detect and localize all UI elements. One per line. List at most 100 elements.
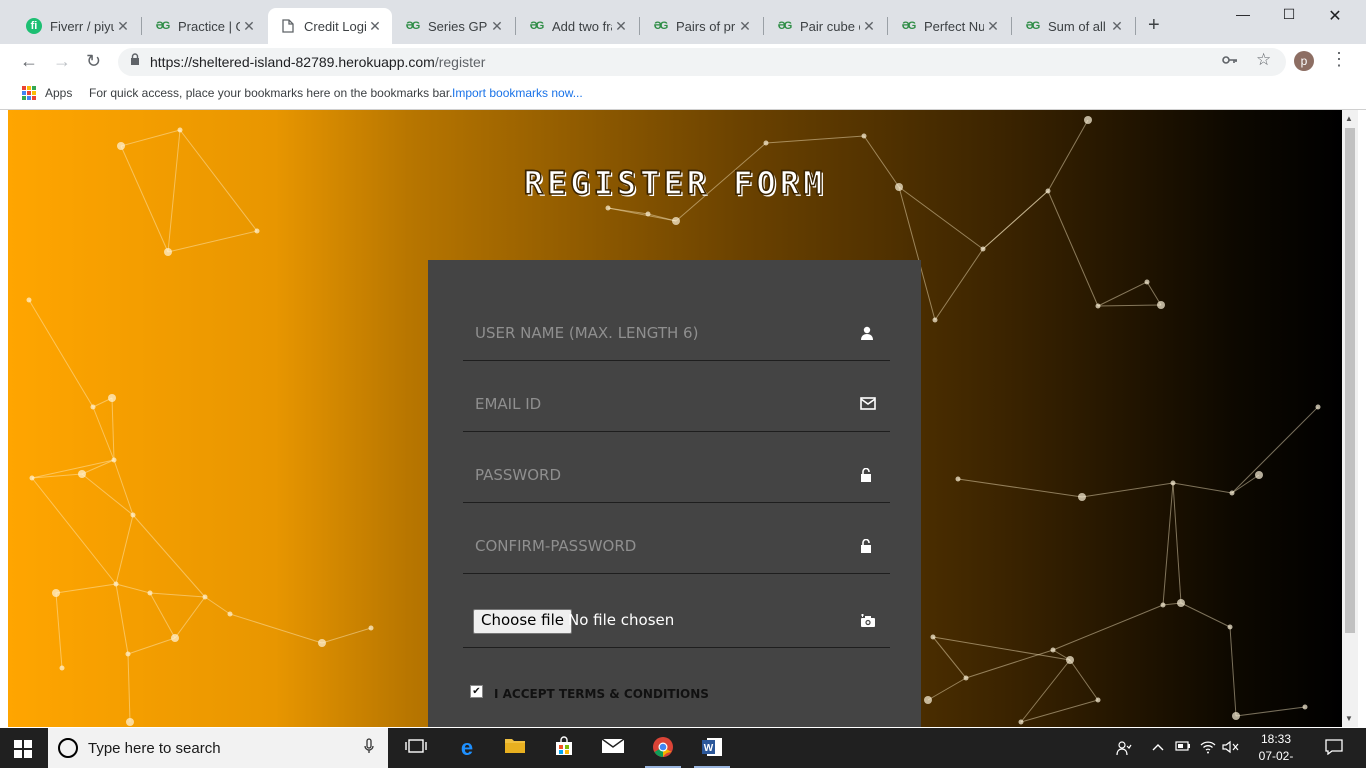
username-input[interactable] [473,320,847,346]
store-icon[interactable] [552,736,576,760]
network-link [1172,482,1233,494]
user-icon [860,326,876,342]
scroll-up-arrow-icon[interactable]: ▲ [1345,114,1353,123]
taskbar-search-box[interactable]: Type here to search [48,728,388,768]
scrollbar-thumb[interactable] [1345,128,1355,633]
password-input[interactable] [473,462,847,488]
network-node [125,651,131,657]
close-icon[interactable]: ✕ [612,18,630,35]
network-node [1078,493,1086,501]
network-link [1162,482,1174,606]
mail-icon[interactable] [601,736,625,760]
clock-time: 18:33 [1260,732,1292,746]
network-node [78,470,86,478]
task-view-icon[interactable] [404,736,428,760]
tab-pairs-of-primes[interactable]: ƏG Pairs of prin ✕ [640,8,762,44]
cortana-icon [58,738,78,758]
confirm-password-input[interactable] [473,533,847,559]
network-node [26,297,32,303]
network-node [924,696,932,704]
network-node [963,675,969,681]
network-node [1232,712,1240,720]
edge-browser-icon[interactable]: e [455,736,479,760]
network-link [932,636,1071,661]
network-link [31,477,117,585]
network-link [1231,406,1319,494]
terms-checkbox[interactable]: ✔ [470,685,483,698]
people-icon[interactable] [1116,740,1132,759]
network-node [117,142,125,150]
tab-credit-login[interactable]: Credit Logi ✕ [268,8,392,44]
apps-grid-icon[interactable] [22,86,36,100]
star-icon[interactable]: ☆ [1256,50,1271,70]
system-clock[interactable]: 18:33 07-02-2019 [1246,731,1306,782]
close-icon[interactable]: ✕ [488,18,506,35]
back-button[interactable]: ← [20,51,38,72]
geeksforgeeks-icon: ƏG [155,20,171,32]
network-link [1097,304,1162,307]
left-edge [0,110,8,727]
microphone-icon[interactable] [364,738,374,758]
key-icon[interactable] [1222,52,1238,68]
scroll-down-arrow-icon[interactable]: ▼ [1345,714,1353,723]
network-link [1047,190,1099,307]
window-close-button[interactable]: ✕ [1312,6,1358,26]
page-scrollbar[interactable]: ▲ ▼ [1342,110,1358,727]
close-icon[interactable]: ✕ [860,18,878,35]
geeksforgeeks-icon: ƏG [1025,20,1041,32]
url-text: https://sheltered-island-82789.herokuapp… [150,54,485,70]
close-icon[interactable]: ✕ [114,18,132,35]
geeksforgeeks-icon: ƏG [901,20,917,32]
close-icon[interactable]: ✕ [736,18,754,35]
close-icon[interactable]: ✕ [366,18,384,35]
minimize-button[interactable]: — [1220,6,1266,22]
close-icon[interactable]: ✕ [1108,18,1126,35]
network-link [1229,626,1237,717]
email-input[interactable] [473,391,847,417]
maximize-button[interactable]: ☐ [1266,6,1312,23]
geeksforgeeks-icon: ƏG [777,20,793,32]
close-icon[interactable]: ✕ [240,18,258,35]
apps-link[interactable]: Apps [45,86,72,100]
close-icon[interactable]: ✕ [984,18,1002,35]
tab-add-two-fractions[interactable]: ƏG Add two fra ✕ [516,8,638,44]
wifi-icon[interactable] [1200,740,1216,757]
tab-separator [1135,17,1136,35]
volume-muted-icon[interactable] [1222,740,1240,757]
notification-icon[interactable] [1325,739,1343,758]
word-icon[interactable]: W [694,736,730,768]
address-bar[interactable]: https://sheltered-island-82789.herokuapp… [118,48,1286,76]
network-link [115,583,151,594]
menu-dots-icon[interactable]: ⋮ [1330,49,1348,70]
network-node [202,594,208,600]
network-link [149,592,176,639]
windows-start-icon[interactable] [14,740,32,758]
tab-perfect-number[interactable]: ƏG Perfect Nur ✕ [888,8,1010,44]
network-node [955,476,961,482]
reload-button[interactable]: ↻ [86,51,101,72]
forward-button[interactable]: → [53,51,71,72]
tab-fiverr[interactable]: fi Fiverr / piyu ✕ [14,8,140,44]
network-link [127,637,176,655]
file-explorer-icon[interactable] [503,736,527,760]
network-link [1231,474,1260,494]
tab-pair-cube[interactable]: ƏG Pair cube c ✕ [764,8,886,44]
network-node [1255,471,1263,479]
tab-sum-of-all[interactable]: ƏG Sum of all ✕ [1012,8,1134,44]
chrome-icon[interactable] [645,736,681,768]
tab-series-gp[interactable]: ƏG Series GP | ✕ [392,8,514,44]
network-node [1177,599,1185,607]
import-bookmarks-link[interactable]: Import bookmarks now... [452,86,583,100]
chevron-up-icon[interactable] [1152,740,1164,755]
battery-icon[interactable] [1175,740,1191,755]
network-node [980,246,986,252]
browser-toolbar: ← → ↻ https://sheltered-island-82789.her… [0,44,1366,78]
new-tab-button[interactable]: + [1148,14,1160,37]
network-link [1235,706,1306,717]
network-link [28,299,94,408]
network-node [171,634,179,642]
network-link [31,459,115,479]
avatar[interactable]: p [1294,51,1314,71]
choose-file-button[interactable]: Choose file [473,609,572,634]
tab-practice[interactable]: ƏG Practice | G ✕ [142,8,266,44]
